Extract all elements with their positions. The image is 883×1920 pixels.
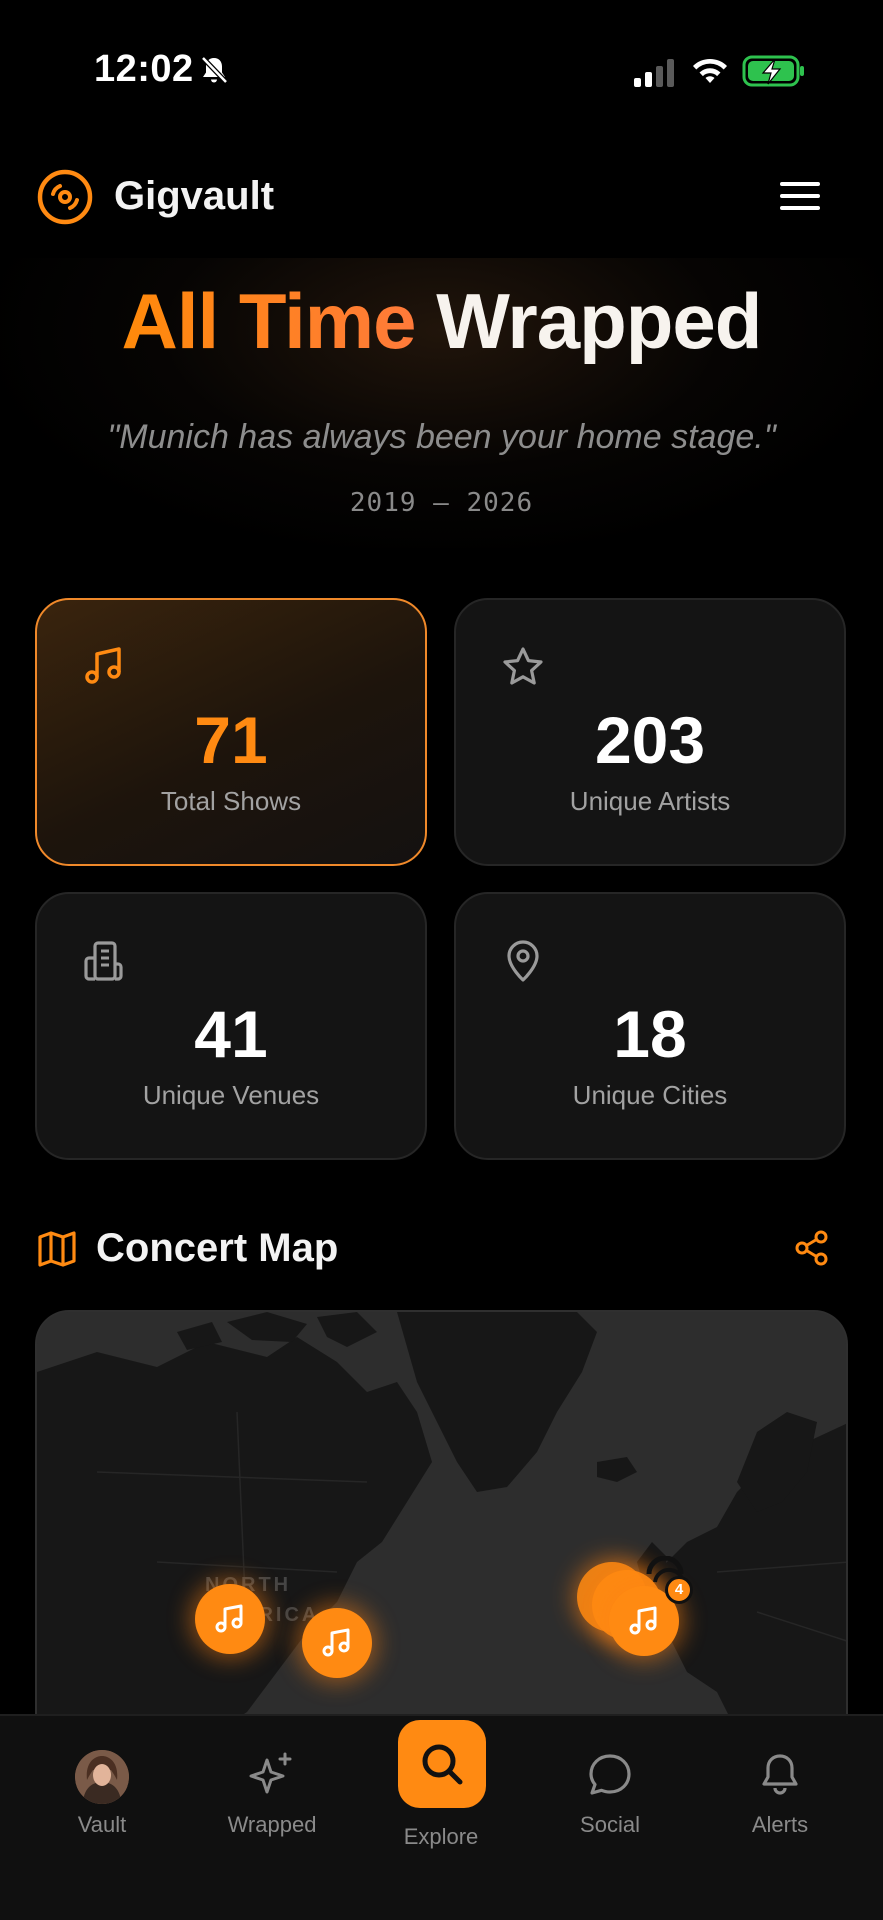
- cluster-count-badge: 4: [665, 1576, 693, 1604]
- concert-map-pin[interactable]: [302, 1608, 372, 1678]
- stat-card-unique-artists[interactable]: 203 Unique Artists: [454, 598, 846, 866]
- map-icon: [38, 1231, 76, 1267]
- concert-map-header: Concert Map: [0, 1220, 883, 1280]
- bell-slash-icon: [201, 56, 228, 84]
- cellular-signal-icon: [634, 59, 674, 87]
- music-note-icon: [215, 1604, 243, 1633]
- hero-title-accent: All Time: [121, 277, 417, 365]
- stat-label: Unique Artists: [569, 786, 731, 816]
- concert-map[interactable]: NORTH AMERICA 4: [35, 1310, 848, 1730]
- tab-label: Social: [580, 1812, 640, 1837]
- tab-label: Wrapped: [227, 1812, 317, 1837]
- share-icon[interactable]: [792, 1228, 832, 1268]
- tab-social[interactable]: Social: [535, 1738, 685, 1848]
- stat-card-unique-venues[interactable]: 41 Unique Venues: [35, 892, 427, 1160]
- wifi-icon: [693, 58, 727, 83]
- bell-icon: [762, 1754, 798, 1795]
- app-header: Gigvault: [0, 160, 883, 236]
- tab-wrapped[interactable]: Wrapped: [197, 1738, 347, 1848]
- tab-explore[interactable]: Explore: [366, 1720, 516, 1849]
- hero-years: 2019 — 2026: [349, 488, 534, 518]
- tab-label: Explore: [403, 1824, 479, 1849]
- stat-value: 203: [594, 703, 706, 777]
- explore-button[interactable]: [398, 1720, 486, 1808]
- stat-label: Unique Venues: [142, 1080, 320, 1110]
- search-icon: [422, 1744, 463, 1785]
- stat-card-unique-cities[interactable]: 18 Unique Cities: [454, 892, 846, 1160]
- building-icon: [84, 941, 123, 981]
- avatar: [75, 1750, 129, 1804]
- stat-value: 71: [194, 703, 268, 777]
- star-icon: [503, 647, 543, 685]
- tab-label: Vault: [77, 1812, 127, 1837]
- stat-value: 18: [613, 997, 687, 1071]
- sparkles-icon: [249, 1752, 292, 1794]
- status-time: 12:02: [94, 48, 194, 90]
- vinyl-disc-icon[interactable]: [36, 168, 94, 226]
- brand-name: Gigvault: [114, 174, 275, 218]
- concert-map-pin[interactable]: [195, 1584, 265, 1654]
- tab-alerts[interactable]: Alerts: [705, 1738, 855, 1848]
- map-pin-icon: [507, 940, 539, 982]
- hamburger-menu-icon[interactable]: [776, 176, 824, 216]
- tab-vault[interactable]: Vault: [27, 1738, 177, 1848]
- concert-map-title: Concert Map: [96, 1226, 339, 1270]
- stat-label: Unique Cities: [572, 1080, 728, 1110]
- tab-label: Alerts: [751, 1812, 809, 1837]
- stat-label: Total Shows: [160, 786, 302, 816]
- wrapped-hero: All Time Wrapped "Munich has always been…: [0, 258, 883, 548]
- bottom-tab-bar: Vault Wrapped Explore Social Alerts: [0, 1714, 883, 1920]
- battery-charging-icon: [742, 55, 804, 87]
- chat-bubble-icon: [589, 1754, 631, 1795]
- hero-title: All Time Wrapped: [0, 276, 883, 367]
- music-note-icon: [629, 1606, 657, 1635]
- music-note-icon: [322, 1628, 350, 1657]
- music-note-icon: [85, 647, 121, 684]
- stat-value: 41: [194, 997, 268, 1071]
- stat-card-total-shows[interactable]: 71 Total Shows: [35, 598, 427, 866]
- status-bar: 12:02: [0, 0, 883, 145]
- world-map-land: [37, 1312, 846, 1730]
- hero-quote: "Munich has always been your home stage.…: [107, 418, 776, 456]
- hero-title-main: Wrapped: [436, 277, 762, 365]
